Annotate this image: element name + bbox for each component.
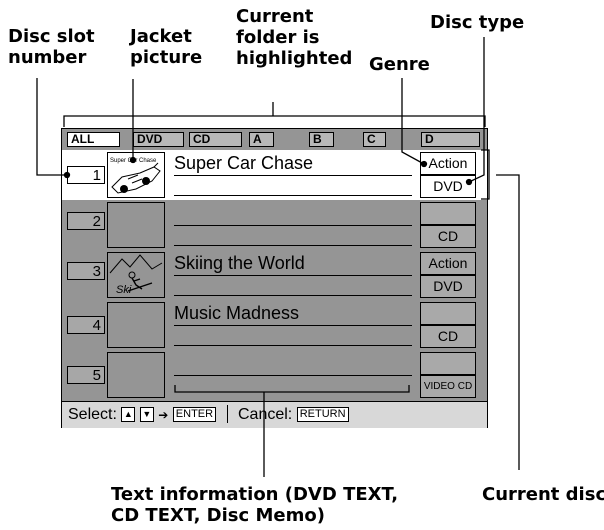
genre-leader [401,78,425,165]
jacket-leader-dot [129,156,137,164]
current-disc-leader [496,174,520,470]
genre-leader-dot [420,160,428,168]
slot-leader-dot [63,171,71,179]
leader-lines [36,37,520,477]
disc-type-leader-dot [465,178,473,186]
slot-leader [36,78,67,176]
disc-type-leader [468,37,485,183]
folder-bracket [63,115,486,127]
current-disc-bracket [481,149,490,200]
text-info-bracket [174,385,410,393]
